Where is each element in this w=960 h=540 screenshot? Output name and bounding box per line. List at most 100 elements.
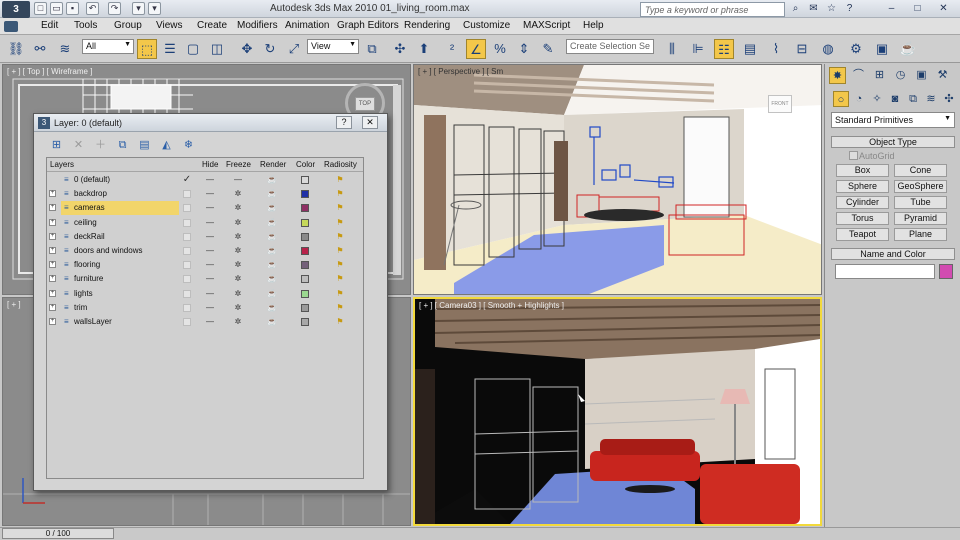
perspective-viewport[interactable]: [ + ] [ Perspective ] [ Sm FRONT	[413, 64, 822, 295]
undo-icon[interactable]: ↶	[86, 2, 99, 15]
tube-button[interactable]: Tube	[894, 196, 947, 209]
render-toggle-teapot-icon[interactable]: ☕	[265, 202, 279, 214]
pyramid-button[interactable]: Pyramid	[894, 212, 947, 225]
autogrid-checkbox[interactable]	[849, 151, 858, 160]
scale-icon[interactable]: ⤢	[284, 39, 304, 59]
radiosity-toggle-icon[interactable]: ⚑	[333, 259, 347, 271]
layer-row[interactable]: + ≡ lights — ✲ ☕ ⚑	[47, 287, 363, 301]
systems-icon[interactable]: ✣	[941, 91, 957, 107]
viewcube-top-face[interactable]: TOP	[355, 97, 375, 111]
freeze-toggle-icon[interactable]: ✲	[231, 217, 245, 229]
angle-snap-icon[interactable]: ∠	[466, 39, 486, 59]
freeze-toggle-icon[interactable]: ✲	[231, 188, 245, 200]
layer-row[interactable]: + ≡ wallsLayer — ✲ ☕ ⚑	[47, 315, 363, 329]
current-layer-check-icon[interactable]: ✓	[180, 174, 194, 186]
open-file-icon[interactable]: ▭	[50, 2, 63, 15]
keyboard-shortcut-override-icon[interactable]: ⬆	[414, 39, 434, 59]
geometry-icon[interactable]: ○	[833, 91, 849, 107]
radiosity-toggle-icon[interactable]: ⚑	[333, 288, 347, 300]
create-tab-icon[interactable]: ✸	[829, 67, 846, 84]
set-current-layer-checkbox[interactable]	[183, 289, 191, 298]
new-file-icon[interactable]: □	[34, 2, 47, 15]
display-tab-icon[interactable]: ▣	[913, 67, 930, 84]
minimize-icon[interactable]: –	[884, 2, 899, 16]
layer-color-swatch[interactable]	[301, 247, 309, 255]
menu-edit[interactable]: Edit	[41, 20, 58, 31]
layer-name-cell[interactable]: ≡ 0 (default)	[61, 173, 179, 187]
menu-maxscript[interactable]: MAXScript	[523, 20, 570, 31]
schematic-view-icon[interactable]: ⊟	[792, 39, 812, 59]
rectangular-selection-icon[interactable]: ▢	[183, 39, 203, 59]
hierarchy-tab-icon[interactable]: ⊞	[871, 67, 888, 84]
layer-name-cell[interactable]: ≡ wallsLayer	[61, 315, 179, 329]
reference-coordinate-dropdown[interactable]: View ▼	[307, 39, 359, 54]
layer-expand-icon[interactable]: +	[49, 218, 56, 226]
set-current-layer-checkbox[interactable]	[183, 303, 191, 312]
shapes-icon[interactable]: ◔	[851, 91, 867, 107]
radiosity-toggle-icon[interactable]: ⚑	[333, 231, 347, 243]
snaps-toggle-icon[interactable]: ²	[442, 39, 462, 59]
quick-access-dropdown-icon[interactable]: ▾	[148, 2, 161, 15]
layer-name-cell[interactable]: ≡ deckRail	[61, 230, 179, 244]
layer-name-cell[interactable]: ≡ furniture	[61, 272, 179, 286]
set-current-layer-checkbox[interactable]	[183, 232, 191, 241]
menu-group[interactable]: Group	[114, 20, 142, 31]
window-crossing-icon[interactable]: ◫	[207, 39, 227, 59]
freeze-toggle-icon[interactable]: ✲	[231, 231, 245, 243]
layer-dialog-titlebar[interactable]: 3 Layer: 0 (default) ? ✕	[34, 114, 387, 132]
freeze-toggle-icon[interactable]: ✲	[231, 245, 245, 257]
column-header-radiosity[interactable]: Radiosity	[324, 160, 357, 169]
render-toggle-teapot-icon[interactable]: ☕	[265, 273, 279, 285]
layer-expand-icon[interactable]: +	[49, 190, 56, 198]
hide-all-layers-icon[interactable]: ◭	[158, 137, 175, 154]
layer-color-swatch[interactable]	[301, 289, 309, 298]
layer-dialog-help-button[interactable]: ?	[336, 116, 352, 129]
select-and-link-icon[interactable]: ⛓	[6, 39, 26, 59]
create-new-layer-icon[interactable]: ⊞	[48, 137, 65, 154]
column-header-render[interactable]: Render	[260, 160, 286, 169]
layer-name-cell[interactable]: ≡ ceiling	[61, 216, 179, 230]
cylinder-button[interactable]: Cylinder	[836, 196, 889, 209]
graphite-modeling-icon[interactable]: ▤	[740, 39, 760, 59]
layer-row[interactable]: + ≡ ceiling — ✲ ☕ ⚑	[47, 216, 363, 230]
hide-toggle-icon[interactable]: —	[203, 273, 217, 285]
layer-expand-icon[interactable]: +	[49, 247, 56, 254]
select-and-manipulate-icon[interactable]: ✣	[390, 39, 410, 59]
layer-expand-icon[interactable]: +	[49, 318, 56, 325]
help-search-input[interactable]: Type a keyword or phrase	[640, 2, 785, 17]
layer-name-cell[interactable]: ≡ backdrop	[61, 187, 179, 201]
curve-editor-icon[interactable]: ⌇	[766, 39, 786, 59]
freeze-toggle-icon[interactable]: ✲	[231, 259, 245, 271]
communication-center-icon[interactable]: ✉	[806, 2, 821, 16]
layer-expand-icon[interactable]: +	[49, 303, 56, 311]
quick-render-teapot-icon[interactable]: ☕	[898, 39, 918, 59]
column-header-color[interactable]: Color	[296, 160, 315, 169]
layer-expand-icon[interactable]: +	[49, 232, 56, 240]
radiosity-toggle-icon[interactable]: ⚑	[333, 273, 347, 285]
hide-toggle-icon[interactable]: —	[203, 231, 217, 243]
name-and-color-rollout-header[interactable]: Name and Color	[831, 248, 955, 260]
menu-create[interactable]: Create	[197, 20, 227, 31]
render-toggle-teapot-icon[interactable]: ☕	[265, 217, 279, 229]
layer-expand-icon[interactable]: +	[49, 261, 56, 269]
helpers-icon[interactable]: ⧉	[905, 91, 921, 107]
lights-icon[interactable]: ✧	[869, 91, 885, 107]
edit-named-selection-icon[interactable]: ✎	[538, 39, 558, 59]
torus-button[interactable]: Torus	[836, 212, 889, 225]
set-current-layer-checkbox[interactable]	[183, 318, 191, 326]
cone-button[interactable]: Cone	[894, 164, 947, 177]
hold-icon[interactable]: ▾	[132, 2, 145, 15]
freeze-toggle-icon[interactable]: ✲	[231, 302, 245, 314]
layer-color-swatch[interactable]	[301, 275, 309, 284]
menu-rendering[interactable]: Rendering	[404, 20, 450, 31]
set-current-layer-checkbox[interactable]	[183, 275, 191, 284]
utilities-tab-icon[interactable]: ⚒	[934, 67, 951, 84]
redo-icon[interactable]: ↷	[108, 2, 121, 15]
layer-color-swatch[interactable]	[301, 303, 309, 312]
column-header-layers[interactable]: Layers	[50, 160, 74, 169]
sphere-button[interactable]: Sphere	[836, 180, 889, 193]
radiosity-toggle-icon[interactable]: ⚑	[333, 302, 347, 314]
layer-row[interactable]: ≡ 0 (default) ✓ — — ☕ ⚑	[47, 173, 363, 187]
material-editor-icon[interactable]: ◍	[818, 39, 838, 59]
menu-help[interactable]: Help	[583, 20, 604, 31]
